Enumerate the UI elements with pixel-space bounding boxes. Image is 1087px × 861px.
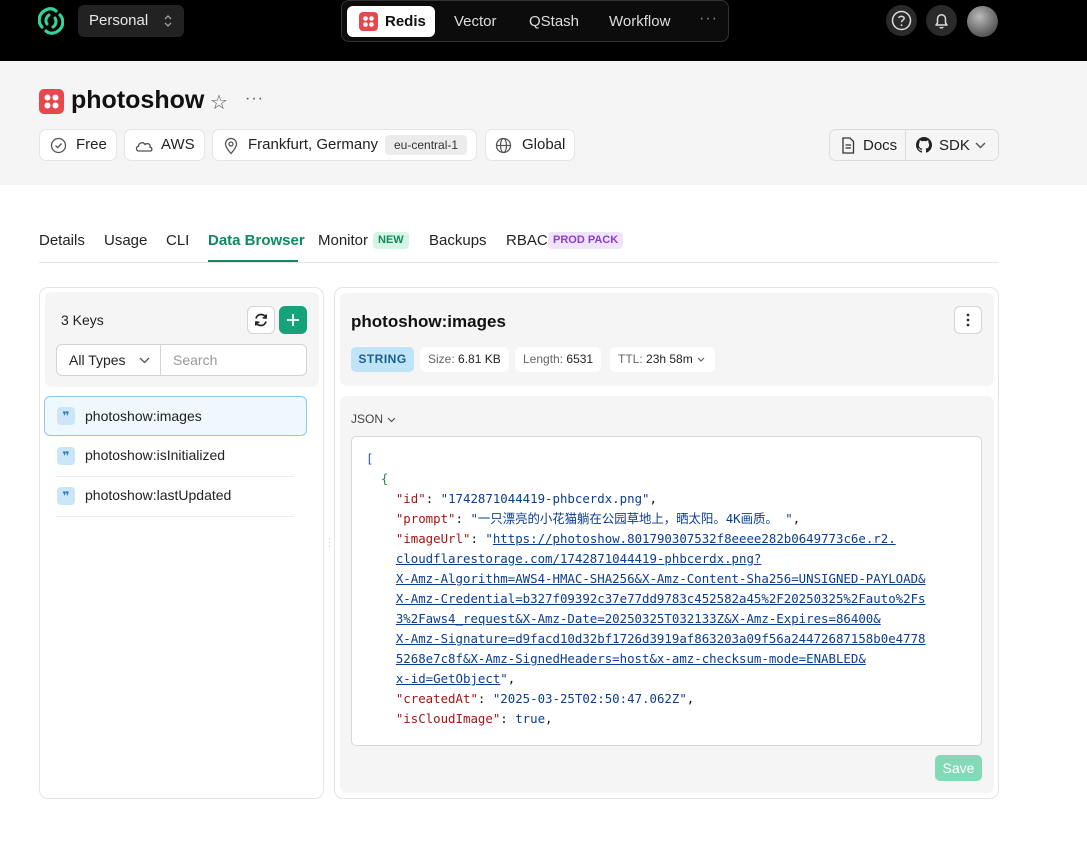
key-name: photoshow:isInitialized bbox=[85, 447, 226, 463]
product-tab-vector[interactable]: Vector bbox=[454, 13, 497, 30]
divider bbox=[56, 516, 294, 517]
product-switcher: Redis Vector QStash Workflow ··· bbox=[341, 0, 729, 42]
location-pin-icon bbox=[224, 137, 238, 155]
key-list-item[interactable]: ❞ photoshow:images bbox=[44, 396, 307, 436]
more-products-button[interactable]: ··· bbox=[699, 10, 718, 28]
tab-monitor[interactable]: Monitor bbox=[318, 232, 368, 249]
key-list-item[interactable]: ❞ photoshow:lastUpdated bbox=[44, 476, 307, 517]
workspace-selector[interactable]: Personal bbox=[78, 5, 184, 37]
region-chip: Frankfurt, Germany eu-central-1 bbox=[212, 129, 477, 161]
upstash-logo-icon[interactable] bbox=[38, 7, 64, 35]
chevron-down-icon bbox=[697, 357, 705, 362]
favorite-star-icon[interactable]: ☆ bbox=[210, 90, 228, 115]
globe-icon bbox=[495, 137, 512, 154]
database-options-button[interactable]: ··· bbox=[245, 90, 264, 108]
tab-details[interactable]: Details bbox=[39, 232, 85, 249]
user-avatar[interactable] bbox=[967, 6, 998, 37]
search-input[interactable] bbox=[160, 344, 307, 376]
location-label: Frankfurt, Germany bbox=[248, 136, 379, 153]
tab-data-browser[interactable]: Data Browser bbox=[208, 232, 305, 249]
string-type-icon: ❞ bbox=[57, 447, 75, 465]
length-badge: Length: 6531 bbox=[515, 347, 602, 372]
chevron-down-icon bbox=[975, 142, 986, 149]
redis-icon bbox=[359, 12, 378, 31]
database-header bbox=[0, 61, 1087, 185]
vertical-dots-icon bbox=[966, 313, 970, 327]
help-icon bbox=[891, 10, 912, 31]
key-name: photoshow:lastUpdated bbox=[85, 487, 232, 503]
product-tab-workflow[interactable]: Workflow bbox=[609, 13, 670, 30]
refresh-button[interactable] bbox=[247, 306, 275, 334]
key-name: photoshow:images bbox=[85, 408, 202, 424]
product-tab-qstash[interactable]: QStash bbox=[529, 13, 579, 30]
github-icon bbox=[916, 137, 932, 153]
tab-backups[interactable]: Backups bbox=[429, 232, 487, 249]
new-badge: NEW bbox=[373, 232, 409, 249]
provider-chip: AWS bbox=[124, 129, 205, 161]
json-code: [ { "id": "1742871044419-phbcerdx.png", … bbox=[366, 451, 926, 726]
tabs-divider bbox=[39, 262, 999, 263]
ttl-value: 23h 58m bbox=[646, 352, 693, 366]
provider-label: AWS bbox=[161, 136, 195, 153]
resize-handle[interactable]: · · · bbox=[328, 534, 331, 551]
scope-label: Global bbox=[522, 136, 566, 153]
chevron-down-icon bbox=[139, 357, 150, 364]
key-count: 3 Keys bbox=[61, 312, 104, 328]
docs-button[interactable]: Docs bbox=[830, 130, 905, 160]
size-value: 6.81 KB bbox=[458, 352, 501, 366]
product-label-redis: Redis bbox=[385, 13, 426, 30]
key-detail-header bbox=[340, 293, 994, 386]
chevron-updown-icon bbox=[164, 15, 172, 27]
type-badge: STRING bbox=[351, 347, 414, 372]
check-badge-icon bbox=[50, 137, 67, 154]
docs-label: Docs bbox=[863, 137, 898, 154]
string-type-icon: ❞ bbox=[57, 487, 75, 505]
key-list-item[interactable]: ❞ photoshow:isInitialized bbox=[44, 436, 307, 477]
plan-label: Free bbox=[76, 136, 107, 153]
cloud-icon bbox=[135, 142, 153, 152]
notifications-button[interactable] bbox=[926, 5, 957, 36]
selected-key-title: photoshow:images bbox=[351, 312, 506, 331]
bell-icon bbox=[935, 14, 948, 29]
docs-sdk-group: Docs SDK bbox=[829, 129, 999, 161]
database-title: photoshow bbox=[71, 86, 205, 114]
prod-pack-badge: PROD PACK bbox=[548, 232, 624, 249]
tab-usage[interactable]: Usage bbox=[104, 232, 147, 249]
add-key-button[interactable] bbox=[279, 306, 307, 334]
sdk-button[interactable]: SDK bbox=[906, 130, 998, 160]
ttl-label: TTL: bbox=[618, 352, 643, 366]
save-button[interactable]: Save bbox=[935, 755, 982, 781]
active-tab-indicator bbox=[208, 260, 298, 262]
length-value: 6531 bbox=[566, 352, 594, 366]
size-label: Size: bbox=[428, 352, 455, 366]
key-options-button[interactable] bbox=[954, 306, 982, 334]
ttl-badge[interactable]: TTL: 23h 58m bbox=[610, 347, 715, 372]
plan-chip: Free bbox=[39, 129, 117, 161]
type-filter-select[interactable]: All Types bbox=[56, 344, 161, 376]
json-editor[interactable]: [ { "id": "1742871044419-phbcerdx.png", … bbox=[351, 436, 982, 746]
product-tab-redis[interactable]: Redis bbox=[347, 6, 435, 37]
region-badge: eu-central-1 bbox=[385, 135, 468, 155]
tab-cli[interactable]: CLI bbox=[166, 232, 189, 249]
workspace-name: Personal bbox=[89, 12, 149, 29]
scope-chip: Global bbox=[485, 129, 575, 161]
tab-rbac[interactable]: RBAC bbox=[506, 232, 548, 249]
chevron-down-icon bbox=[387, 417, 396, 423]
plus-icon bbox=[287, 314, 299, 326]
refresh-icon bbox=[254, 313, 268, 327]
format-value: JSON bbox=[351, 412, 384, 426]
top-navbar: Personal Redis Vector QStash Workflow ··… bbox=[0, 0, 1087, 61]
help-button[interactable] bbox=[886, 5, 917, 36]
document-icon bbox=[842, 137, 855, 154]
type-filter-value: All Types bbox=[69, 352, 126, 368]
sdk-label: SDK bbox=[939, 137, 970, 154]
string-type-icon: ❞ bbox=[57, 407, 75, 425]
length-label: Length: bbox=[523, 352, 564, 366]
format-selector[interactable]: JSON bbox=[351, 412, 396, 426]
redis-database-icon bbox=[39, 89, 64, 114]
size-badge: Size: 6.81 KB bbox=[420, 347, 509, 372]
